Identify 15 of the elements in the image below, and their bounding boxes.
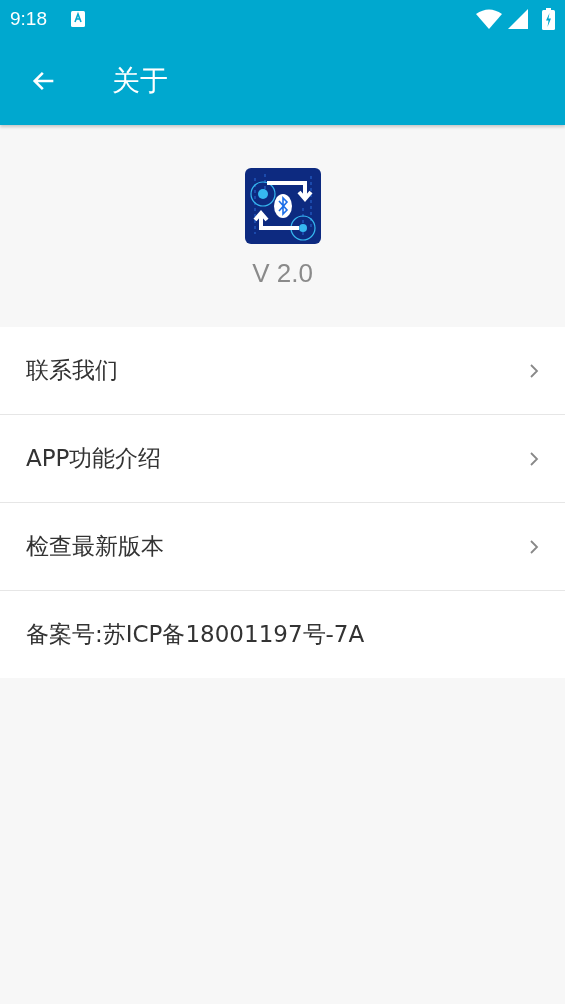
menu-item[interactable]: 联系我们 [0, 327, 565, 415]
menu-item[interactable]: APP功能介绍 [0, 415, 565, 503]
menu-item[interactable]: 检查最新版本 [0, 503, 565, 591]
chevron-right-icon [529, 450, 539, 467]
toolbar-title: 关于 [112, 63, 168, 99]
status-time: 9:18 [10, 7, 47, 30]
filing-number-text: 备案号:苏ICP备18001197号-7A [26, 620, 365, 649]
keyboard-notification-icon [71, 10, 85, 27]
version-label: V 2.0 [252, 257, 313, 289]
app-logo-icon [244, 167, 321, 244]
battery-icon [542, 7, 555, 30]
chevron-right-icon [529, 538, 539, 555]
signal-icon [508, 8, 528, 29]
wifi-icon [476, 8, 502, 29]
chevron-right-icon [529, 362, 539, 379]
